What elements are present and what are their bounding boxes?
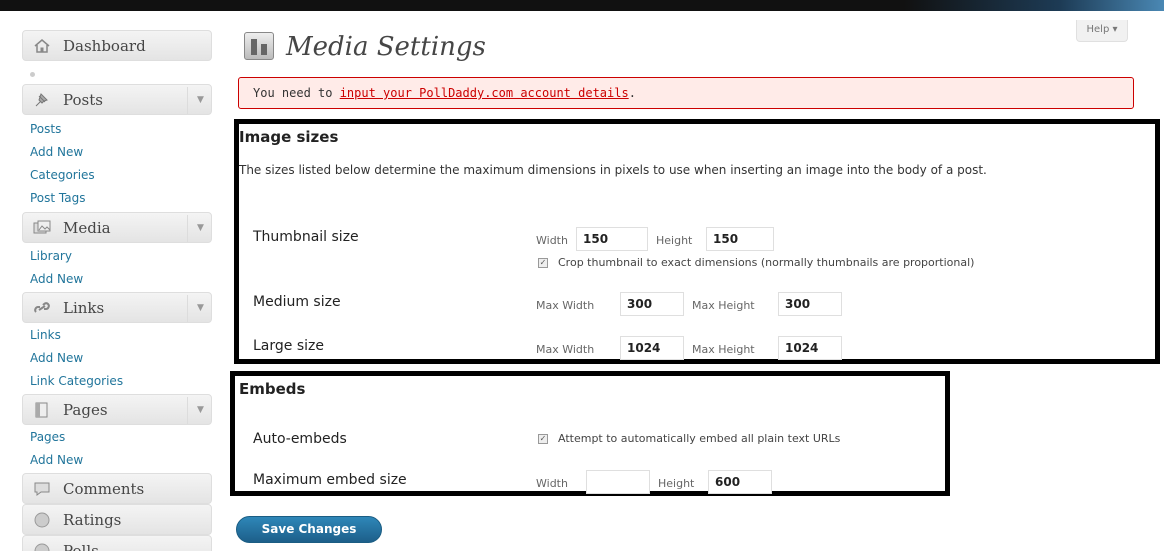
sidebar-item-label: Dashboard xyxy=(63,37,146,55)
menu-separator xyxy=(30,72,35,77)
main-content: Media Settings Help ▾ You need to input … xyxy=(230,14,1164,551)
thumbnail-width-label: Width xyxy=(536,234,568,247)
chevron-down-icon[interactable]: ▼ xyxy=(187,215,213,242)
sidebar-item-dashboard[interactable]: Dashboard xyxy=(22,30,212,61)
large-width-input[interactable]: 1024 xyxy=(620,336,684,360)
submenu-item[interactable]: Pages xyxy=(22,426,212,449)
large-height-label: Max Height xyxy=(692,343,755,356)
sidebar-item-label: Polls xyxy=(63,542,99,551)
crop-thumbnail-checkbox[interactable]: ✓ xyxy=(538,258,548,268)
image-sizes-heading: Image sizes xyxy=(239,128,339,146)
submenu-item[interactable]: Library xyxy=(22,245,212,268)
embed-width-input[interactable] xyxy=(586,470,650,494)
help-button[interactable]: Help ▾ xyxy=(1076,20,1128,42)
sidebar-item-label: Pages xyxy=(63,401,108,419)
comment-bubble-icon xyxy=(34,482,50,496)
chevron-down-icon[interactable]: ▼ xyxy=(187,87,213,114)
chevron-down-icon[interactable]: ▼ xyxy=(187,397,213,424)
medium-width-input[interactable]: 300 xyxy=(620,292,684,316)
polldaddy-notice: You need to input your PollDaddy.com acc… xyxy=(238,77,1134,109)
sidebar-item-media[interactable]: Media ▼ xyxy=(22,212,212,243)
image-sizes-highlight-box xyxy=(234,119,1160,364)
submenu-item[interactable]: Links xyxy=(22,324,212,347)
pushpin-icon xyxy=(35,93,48,107)
pages-submenu: Pages Add New xyxy=(22,426,212,472)
submenu-item[interactable]: Link Categories xyxy=(22,370,212,393)
media-settings-icon xyxy=(244,32,274,60)
thumbnail-height-label: Height xyxy=(656,234,693,247)
top-bar-glow xyxy=(904,0,1164,11)
auto-embed-checkbox-label: Attempt to automatically embed all plain… xyxy=(558,432,841,445)
links-submenu: Links Add New Link Categories xyxy=(22,324,212,393)
sidebar-item-label: Links xyxy=(63,299,105,317)
embeds-heading: Embeds xyxy=(239,380,306,398)
sidebar-item-polls[interactable]: Polls xyxy=(22,535,212,551)
embed-height-label: Height xyxy=(658,477,695,490)
thumbnail-height-input[interactable]: 150 xyxy=(706,227,774,251)
sidebar-item-comments[interactable]: Comments xyxy=(22,473,212,504)
medium-height-input[interactable]: 300 xyxy=(778,292,842,316)
polldaddy-account-link[interactable]: input your PollDaddy.com account details xyxy=(340,86,629,100)
sidebar-item-label: Posts xyxy=(63,91,103,109)
medium-size-label: Medium size xyxy=(253,294,341,310)
submenu-item[interactable]: Categories xyxy=(22,164,212,187)
thumbnail-size-label: Thumbnail size xyxy=(253,229,359,245)
ratings-icon xyxy=(34,512,50,528)
embed-height-input[interactable]: 600 xyxy=(708,470,772,494)
sidebar-item-label: Media xyxy=(63,219,111,237)
auto-embeds-label: Auto-embeds xyxy=(253,431,347,447)
sidebar-item-pages[interactable]: Pages ▼ xyxy=(22,394,212,425)
embed-width-label: Width xyxy=(536,477,568,490)
pages-icon xyxy=(35,402,48,418)
sidebar-item-ratings[interactable]: Ratings xyxy=(22,504,212,535)
submenu-item[interactable]: Posts xyxy=(22,118,212,141)
chain-link-icon xyxy=(34,302,50,313)
media-icon xyxy=(33,220,51,234)
submenu-item[interactable]: Add New xyxy=(22,141,212,164)
submenu-item[interactable]: Post Tags xyxy=(22,187,212,210)
chevron-down-icon[interactable]: ▼ xyxy=(187,295,213,322)
crop-thumbnail-label: Crop thumbnail to exact dimensions (norm… xyxy=(558,256,975,269)
submenu-item[interactable]: Add New xyxy=(22,268,212,291)
submenu-item[interactable]: Add New xyxy=(22,449,212,472)
media-submenu: Library Add New xyxy=(22,245,212,291)
sidebar-item-label: Ratings xyxy=(63,511,122,529)
notice-prefix: You need to xyxy=(253,86,340,100)
large-size-label: Large size xyxy=(253,338,324,354)
submenu-item[interactable]: Add New xyxy=(22,347,212,370)
posts-submenu: Posts Add New Categories Post Tags xyxy=(22,118,212,210)
admin-top-bar xyxy=(0,0,1164,11)
save-changes-button[interactable]: Save Changes xyxy=(236,516,382,543)
auto-embed-checkbox[interactable]: ✓ xyxy=(538,434,548,444)
home-icon xyxy=(34,39,50,53)
polls-icon xyxy=(34,543,50,551)
large-height-input[interactable]: 1024 xyxy=(778,336,842,360)
admin-sidebar: Dashboard Posts ▼ Posts Add New Categori… xyxy=(22,14,214,551)
sidebar-item-links[interactable]: Links ▼ xyxy=(22,292,212,323)
image-sizes-description: The sizes listed below determine the max… xyxy=(239,163,987,177)
max-embed-size-label: Maximum embed size xyxy=(253,472,407,488)
sidebar-item-posts[interactable]: Posts ▼ xyxy=(22,84,212,115)
medium-width-label: Max Width xyxy=(536,299,595,312)
sidebar-item-label: Comments xyxy=(63,480,145,498)
thumbnail-width-input[interactable]: 150 xyxy=(576,227,648,251)
notice-suffix: . xyxy=(628,86,636,100)
medium-height-label: Max Height xyxy=(692,299,755,312)
page-title: Media Settings xyxy=(286,32,486,62)
large-width-label: Max Width xyxy=(536,343,595,356)
